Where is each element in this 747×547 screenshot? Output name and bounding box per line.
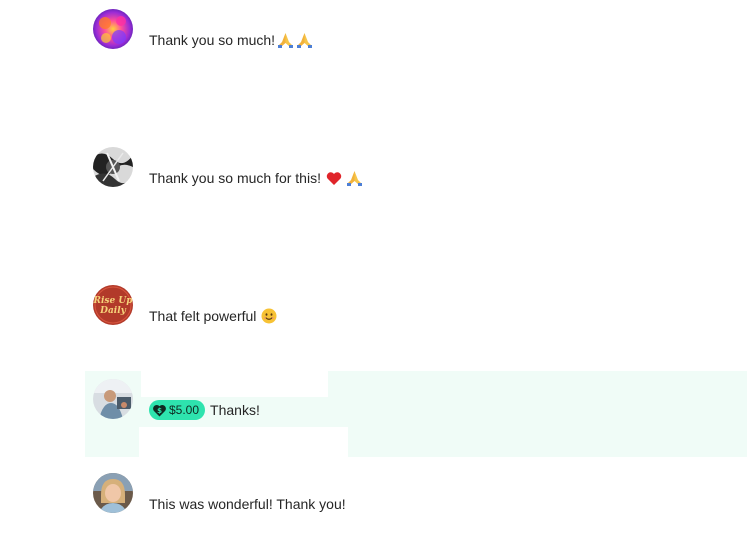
highlight-gap-bottom (139, 427, 348, 457)
red-heart-icon (326, 171, 342, 186)
avatar[interactable] (93, 147, 133, 187)
comment-text-line: This was wonderful! Thank you! (149, 494, 346, 514)
comment-text-line: Thank you so much for this! (149, 168, 363, 188)
comment-text-line: $ $5.00 Thanks! (149, 400, 260, 420)
money-heart-icon: $ (153, 404, 166, 417)
avatar-logo-text: Daily (99, 306, 126, 316)
super-thanks-badge[interactable]: $ $5.00 (149, 400, 206, 420)
svg-text:$: $ (157, 407, 162, 415)
avatar[interactable] (93, 473, 133, 513)
folded-hands-icon (296, 32, 313, 48)
highlight-gap-top (141, 371, 328, 397)
comment-text: That felt powerful (149, 308, 257, 324)
avatar[interactable]: Rise Up Daily (93, 285, 133, 325)
comment-text-line: Thank you so much! (149, 30, 313, 50)
comment-text: This was wonderful! Thank you! (149, 496, 346, 512)
comment-text: Thank you so much! (149, 32, 276, 48)
smiling-face-icon (261, 308, 277, 324)
folded-hands-icon (277, 32, 294, 48)
comment-text: Thank you so much for this! (149, 170, 321, 186)
comment-text: Thanks! (210, 402, 260, 418)
comment-text-line: That felt powerful (149, 306, 277, 326)
folded-hands-icon (346, 170, 363, 186)
avatar[interactable] (93, 379, 133, 419)
avatar-logo-text: Rise Up (93, 296, 133, 306)
avatar[interactable] (93, 9, 133, 49)
super-thanks-amount: $5.00 (169, 403, 200, 417)
